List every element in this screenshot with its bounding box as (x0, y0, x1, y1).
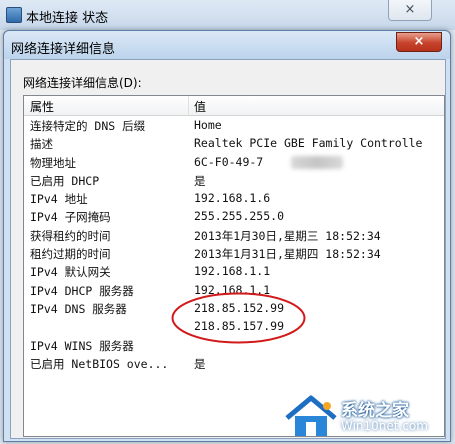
network-icon (6, 7, 22, 23)
property-name: 租约过期的时间 (30, 247, 111, 262)
property-name: 连接特定的 DNS 后缀 (30, 119, 146, 133)
property-value: 是 (194, 356, 206, 371)
watermark: 系统之家 Win10net.com (283, 392, 453, 442)
property-name: IPv4 地址 (30, 192, 88, 207)
watermark-url: Win10net.com (341, 419, 428, 433)
background-window-titlebar: 本地连接 状态 × (0, 0, 455, 31)
property-name: IPv4 子网掩码 (30, 210, 111, 225)
property-value: 192.168.1.6 (194, 191, 271, 206)
house-logo-icon (285, 395, 337, 436)
column-header-value[interactable]: 值 (194, 98, 206, 115)
property-name: 物理地址 (30, 155, 76, 170)
list-row[interactable]: 已启用 NetBIOS ove... 是 (24, 355, 444, 373)
property-value: 218.85.152.99 (194, 300, 285, 315)
property-name: 已启用 NetBIOS ove... (30, 356, 169, 371)
list-row[interactable]: 218.85.157.99 (24, 318, 444, 336)
dialog-body: 网络连接详细信息(D): 属性 值 连接特定的 DNS 后缀 Home 描述 Real… (10, 59, 446, 439)
list-row[interactable]: IPv4 WINS 服务器 (24, 337, 444, 355)
list-row[interactable]: 租约过期的时间 2013年1月31日,星期四 18:52:34 (24, 245, 444, 263)
listview-rows: 连接特定的 DNS 后缀 Home 描述 Realtek PCIe GBE Famil… (24, 117, 444, 373)
property-name: IPv4 WINS 服务器 (30, 338, 134, 353)
details-list-label: 网络连接详细信息(D): (23, 76, 142, 90)
list-row[interactable]: 已启用 DHCP 是 (24, 172, 444, 190)
property-name: 已启用 DHCP (30, 173, 100, 188)
dialog-titlebar: 网络连接详细信息 × (4, 31, 450, 59)
column-header-property[interactable]: 属性 (30, 98, 54, 115)
property-value: 是 (194, 173, 206, 188)
property-value: 6C-F0-49-7 (194, 154, 264, 169)
details-listview[interactable]: 属性 值 连接特定的 DNS 后缀 Home 描述 Realtek PCIe GBE … (23, 95, 445, 437)
list-row[interactable]: IPv4 默认网关 192.168.1.1 (24, 263, 444, 281)
list-row[interactable]: IPv4 地址 192.168.1.6 (24, 190, 444, 208)
list-row[interactable]: IPv4 DNS 服务器 218.85.152.99 (24, 300, 444, 318)
list-row[interactable]: 描述 Realtek PCIe GBE Family Controlle (24, 135, 444, 153)
dialog-title: 网络连接详细信息 (11, 42, 116, 57)
dialog-close-button[interactable]: × (396, 32, 442, 52)
redacted-blur (291, 155, 343, 169)
list-row[interactable]: IPv4 子网掩码 255.255.255.0 (24, 208, 444, 226)
property-value: 2013年1月30日,星期三 18:52:34 (194, 228, 381, 243)
property-name: IPv4 默认网关 (30, 265, 111, 280)
property-value: 192.168.1.1 (194, 282, 271, 297)
background-window-title: 本地连接 状态 (26, 11, 109, 26)
list-row[interactable]: IPv4 DHCP 服务器 192.168.1.1 (24, 282, 444, 300)
watermark-name: 系统之家 (341, 401, 409, 421)
property-value: Realtek PCIe GBE Family Controlle (194, 136, 423, 151)
property-value: 192.168.1.1 (194, 264, 271, 279)
details-dialog: 网络连接详细信息 × 网络连接详细信息(D): 属性 值 连接特定的 DNS 后… (3, 30, 451, 442)
property-value: 2013年1月31日,星期四 18:52:34 (194, 247, 381, 262)
listview-header: 属性 值 (24, 96, 444, 116)
list-row[interactable]: 连接特定的 DNS 后缀 Home (24, 117, 444, 135)
property-value: 218.85.157.99 (194, 319, 285, 334)
list-row[interactable]: 物理地址 6C-F0-49-7 (24, 154, 444, 172)
property-name: 获得租约的时间 (30, 228, 111, 243)
property-name: IPv4 DHCP 服务器 (30, 283, 134, 298)
property-name: IPv4 DNS 服务器 (30, 301, 127, 316)
list-row[interactable]: 获得租约的时间 2013年1月30日,星期三 18:52:34 (24, 227, 444, 245)
background-close-button[interactable]: × (388, 0, 432, 21)
property-value: 255.255.255.0 (194, 209, 285, 224)
column-divider[interactable] (188, 96, 189, 115)
property-value: Home (194, 118, 222, 132)
property-name: 描述 (30, 137, 53, 152)
